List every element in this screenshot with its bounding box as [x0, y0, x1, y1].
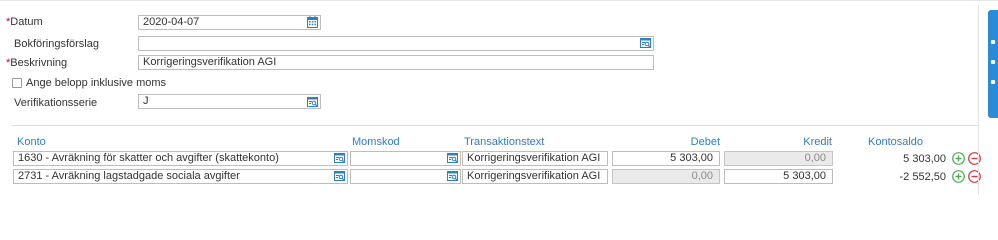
- kredit-field[interactable]: 5 303,00: [724, 169, 833, 184]
- tab-marker-icon: [991, 80, 995, 84]
- lookup-icon[interactable]: [640, 38, 651, 48]
- transaktionstext-field[interactable]: Korrigeringsverifikation AGI: [462, 151, 608, 166]
- beskrivning-field[interactable]: Korrigeringsverifikation AGI: [138, 55, 654, 70]
- add-row-icon[interactable]: [952, 152, 965, 165]
- verifikationsserie-field[interactable]: J: [138, 94, 321, 109]
- panel-divider: [978, 5, 979, 195]
- verifikationsserie-label: Verifikationsserie: [14, 97, 98, 109]
- header-transaktionstext: Transaktionstext: [464, 136, 545, 148]
- datum-field[interactable]: 2020-04-07: [138, 15, 321, 30]
- remove-row-icon[interactable]: [968, 152, 981, 165]
- header-debet: Debet: [690, 136, 720, 148]
- konto-field[interactable]: 2731 - Avräkning lagstadgade sociala avg…: [13, 169, 348, 184]
- header-momskod: Momskod: [352, 136, 400, 148]
- lookup-icon[interactable]: [307, 97, 318, 107]
- lookup-icon[interactable]: [447, 153, 458, 163]
- side-panel-tab[interactable]: [988, 10, 998, 118]
- debet-field[interactable]: 0,00: [612, 169, 720, 184]
- momskod-field[interactable]: [350, 151, 461, 166]
- transaktionstext-field[interactable]: Korrigeringsverifikation AGI: [462, 169, 608, 184]
- lookup-icon[interactable]: [334, 153, 345, 163]
- lookup-icon[interactable]: [447, 171, 458, 181]
- kontosaldo-value: 5 303,00: [903, 153, 946, 165]
- top-divider: [0, 0, 998, 1]
- add-row-icon[interactable]: [952, 170, 965, 183]
- bokforingsforslag-label: Bokföringsförslag: [14, 38, 99, 50]
- header-konto: Konto: [17, 136, 46, 148]
- beskrivning-label: *Beskrivning: [6, 57, 68, 69]
- konto-field[interactable]: 1630 - Avräkning för skatter och avgifte…: [13, 151, 348, 166]
- inkl-moms-checkbox[interactable]: [12, 78, 22, 88]
- debet-field[interactable]: 5 303,00: [612, 151, 720, 166]
- kontosaldo-value: -2 552,50: [899, 171, 946, 183]
- calendar-icon[interactable]: [307, 16, 318, 28]
- bokforingsforslag-field[interactable]: [138, 36, 654, 51]
- datum-label: *Datum: [6, 16, 43, 28]
- kredit-field[interactable]: 0,00: [724, 151, 833, 166]
- inkl-moms-label: Ange belopp inklusive moms: [26, 77, 167, 89]
- section-divider: [12, 125, 978, 126]
- tab-marker-icon: [991, 40, 995, 44]
- lookup-icon[interactable]: [334, 171, 345, 181]
- momskod-field[interactable]: [350, 169, 461, 184]
- remove-row-icon[interactable]: [968, 170, 981, 183]
- tab-marker-icon: [991, 60, 995, 64]
- header-kontosaldo: Kontosaldo: [868, 136, 924, 148]
- header-kredit: Kredit: [803, 136, 832, 148]
